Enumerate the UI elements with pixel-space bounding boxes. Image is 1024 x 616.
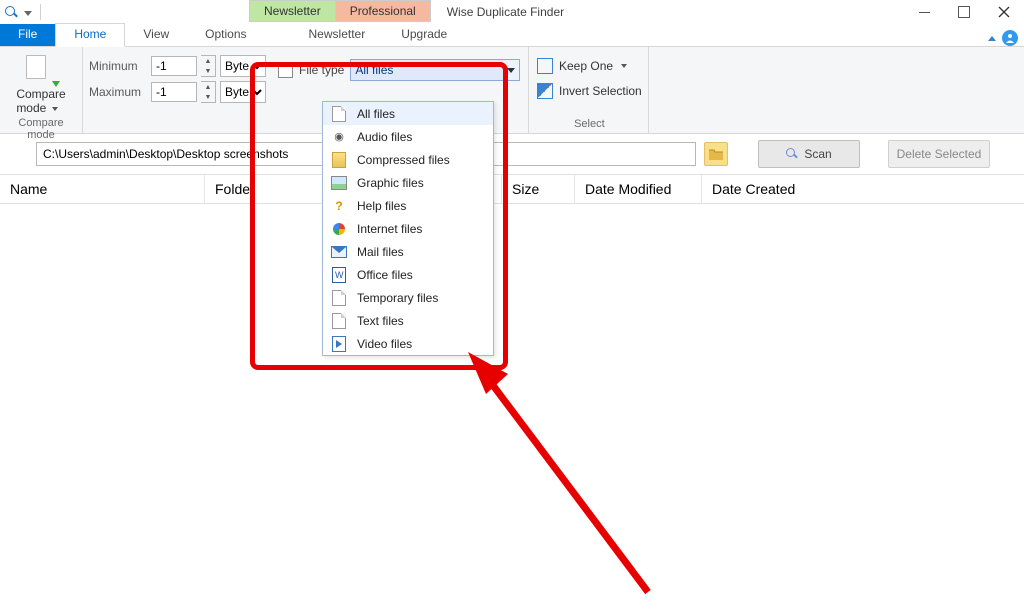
dd-item-mail-files[interactable]: Mail files: [323, 240, 493, 263]
file-icon: [331, 290, 347, 306]
minimize-button[interactable]: [904, 0, 944, 24]
browse-folder-button[interactable]: [704, 142, 728, 166]
keep-one-icon: [537, 58, 553, 74]
group-label-compare: Compare mode: [6, 115, 76, 144]
file-type-value: All files: [351, 60, 503, 80]
group-size: Minimum ▲▼ Byte Maximum ▲▼ Byte: [83, 47, 272, 133]
dd-item-text-files[interactable]: Text files: [323, 309, 493, 332]
minimum-spinner[interactable]: ▲▼: [201, 55, 216, 77]
user-avatar-icon[interactable]: [1002, 30, 1018, 46]
maximum-unit-select[interactable]: Byte: [220, 81, 266, 103]
minimum-label: Minimum: [89, 59, 147, 73]
group-select: Keep One Invert Selection Select: [529, 47, 649, 133]
professional-pill[interactable]: Professional: [335, 0, 431, 22]
scan-button[interactable]: Scan: [758, 140, 860, 168]
minimum-unit-select[interactable]: Byte: [220, 55, 266, 77]
chevron-down-icon: [621, 64, 627, 68]
compare-label-2: mode: [16, 101, 46, 115]
quick-access-toolbar: [0, 0, 49, 24]
keep-one-label: Keep One: [559, 59, 613, 73]
newsletter-pill[interactable]: Newsletter: [249, 0, 335, 22]
compare-icon[interactable]: [26, 55, 56, 85]
tab-upgrade[interactable]: Upgrade: [383, 24, 465, 46]
dd-item-temporary-files[interactable]: Temporary files: [323, 286, 493, 309]
dd-item-help-files[interactable]: Help files: [323, 194, 493, 217]
video-icon: [331, 336, 347, 352]
dd-item-all-files[interactable]: All files: [323, 102, 493, 125]
ribbon: Compare mode Compare mode Minimum ▲▼ Byt…: [0, 47, 1024, 134]
file-type-checkbox[interactable]: [278, 63, 293, 78]
invert-selection-button[interactable]: Invert Selection: [537, 81, 642, 101]
maximum-input[interactable]: [151, 82, 197, 102]
delete-label: Delete Selected: [897, 147, 982, 161]
minimum-input[interactable]: [151, 56, 197, 76]
office-icon: [331, 267, 347, 283]
group-label-select: Select: [537, 116, 642, 133]
grid-header: Name Folder Size Date Modified Date Crea…: [0, 174, 1024, 204]
col-date-modified[interactable]: Date Modified: [575, 175, 702, 203]
keep-one-button[interactable]: Keep One: [537, 56, 642, 76]
invert-icon: [537, 83, 553, 99]
file-type-dropdown-icon[interactable]: [503, 60, 519, 80]
close-button[interactable]: [984, 0, 1024, 24]
search-icon: [786, 148, 798, 160]
image-icon: [331, 175, 347, 191]
compare-label-1: Compare: [16, 87, 65, 101]
dd-item-office-files[interactable]: Office files: [323, 263, 493, 286]
edition-pills: Newsletter Professional: [249, 0, 431, 22]
file-type-dropdown-list: All files Audio files Compressed files G…: [322, 101, 494, 356]
tab-options[interactable]: Options: [187, 24, 264, 46]
ribbon-collapse-icon[interactable]: [988, 36, 996, 41]
compare-mode-button[interactable]: Compare mode: [16, 87, 65, 115]
col-name[interactable]: Name: [0, 175, 205, 203]
file-icon: [331, 106, 347, 122]
scan-label: Scan: [804, 147, 831, 161]
zoom-icon[interactable]: [4, 5, 18, 19]
dd-item-graphic-files[interactable]: Graphic files: [323, 171, 493, 194]
dd-item-audio-files[interactable]: Audio files: [323, 125, 493, 148]
chevron-down-icon: [52, 107, 58, 111]
audio-icon: [331, 129, 347, 145]
titlebar: Newsletter Professional Wise Duplicate F…: [0, 0, 1024, 24]
tab-newsletter[interactable]: Newsletter: [291, 24, 384, 46]
annotation-arrow: [448, 342, 668, 602]
text-icon: [331, 313, 347, 329]
qat-separator: [40, 4, 41, 20]
tab-home[interactable]: Home: [55, 23, 125, 47]
zip-icon: [331, 152, 347, 168]
file-type-label: File type: [299, 63, 344, 77]
tab-view[interactable]: View: [125, 24, 187, 46]
app-title: Wise Duplicate Finder: [447, 0, 564, 24]
internet-icon: [331, 221, 347, 237]
dd-item-internet-files[interactable]: Internet files: [323, 217, 493, 240]
qat-dropdown-icon[interactable]: [24, 11, 32, 16]
maximum-spinner[interactable]: ▲▼: [201, 81, 216, 103]
mail-icon: [331, 244, 347, 260]
invert-label: Invert Selection: [559, 84, 642, 98]
dd-item-video-files[interactable]: Video files: [323, 332, 493, 355]
delete-selected-button[interactable]: Delete Selected: [888, 140, 990, 168]
tab-strip: File Home View Options Newsletter Upgrad…: [0, 24, 1024, 47]
col-date-created[interactable]: Date Created: [702, 175, 852, 203]
group-compare-mode: Compare mode Compare mode: [0, 47, 83, 133]
maximize-button[interactable]: [944, 0, 984, 24]
tab-file[interactable]: File: [0, 24, 55, 46]
file-type-combo[interactable]: All files: [350, 59, 520, 81]
col-size[interactable]: Size: [502, 175, 575, 203]
window-controls: [904, 0, 1024, 24]
scan-bar: Scan Delete Selected: [0, 134, 1024, 174]
dd-item-compressed-files[interactable]: Compressed files: [323, 148, 493, 171]
maximum-label: Maximum: [89, 85, 147, 99]
help-icon: [331, 198, 347, 214]
